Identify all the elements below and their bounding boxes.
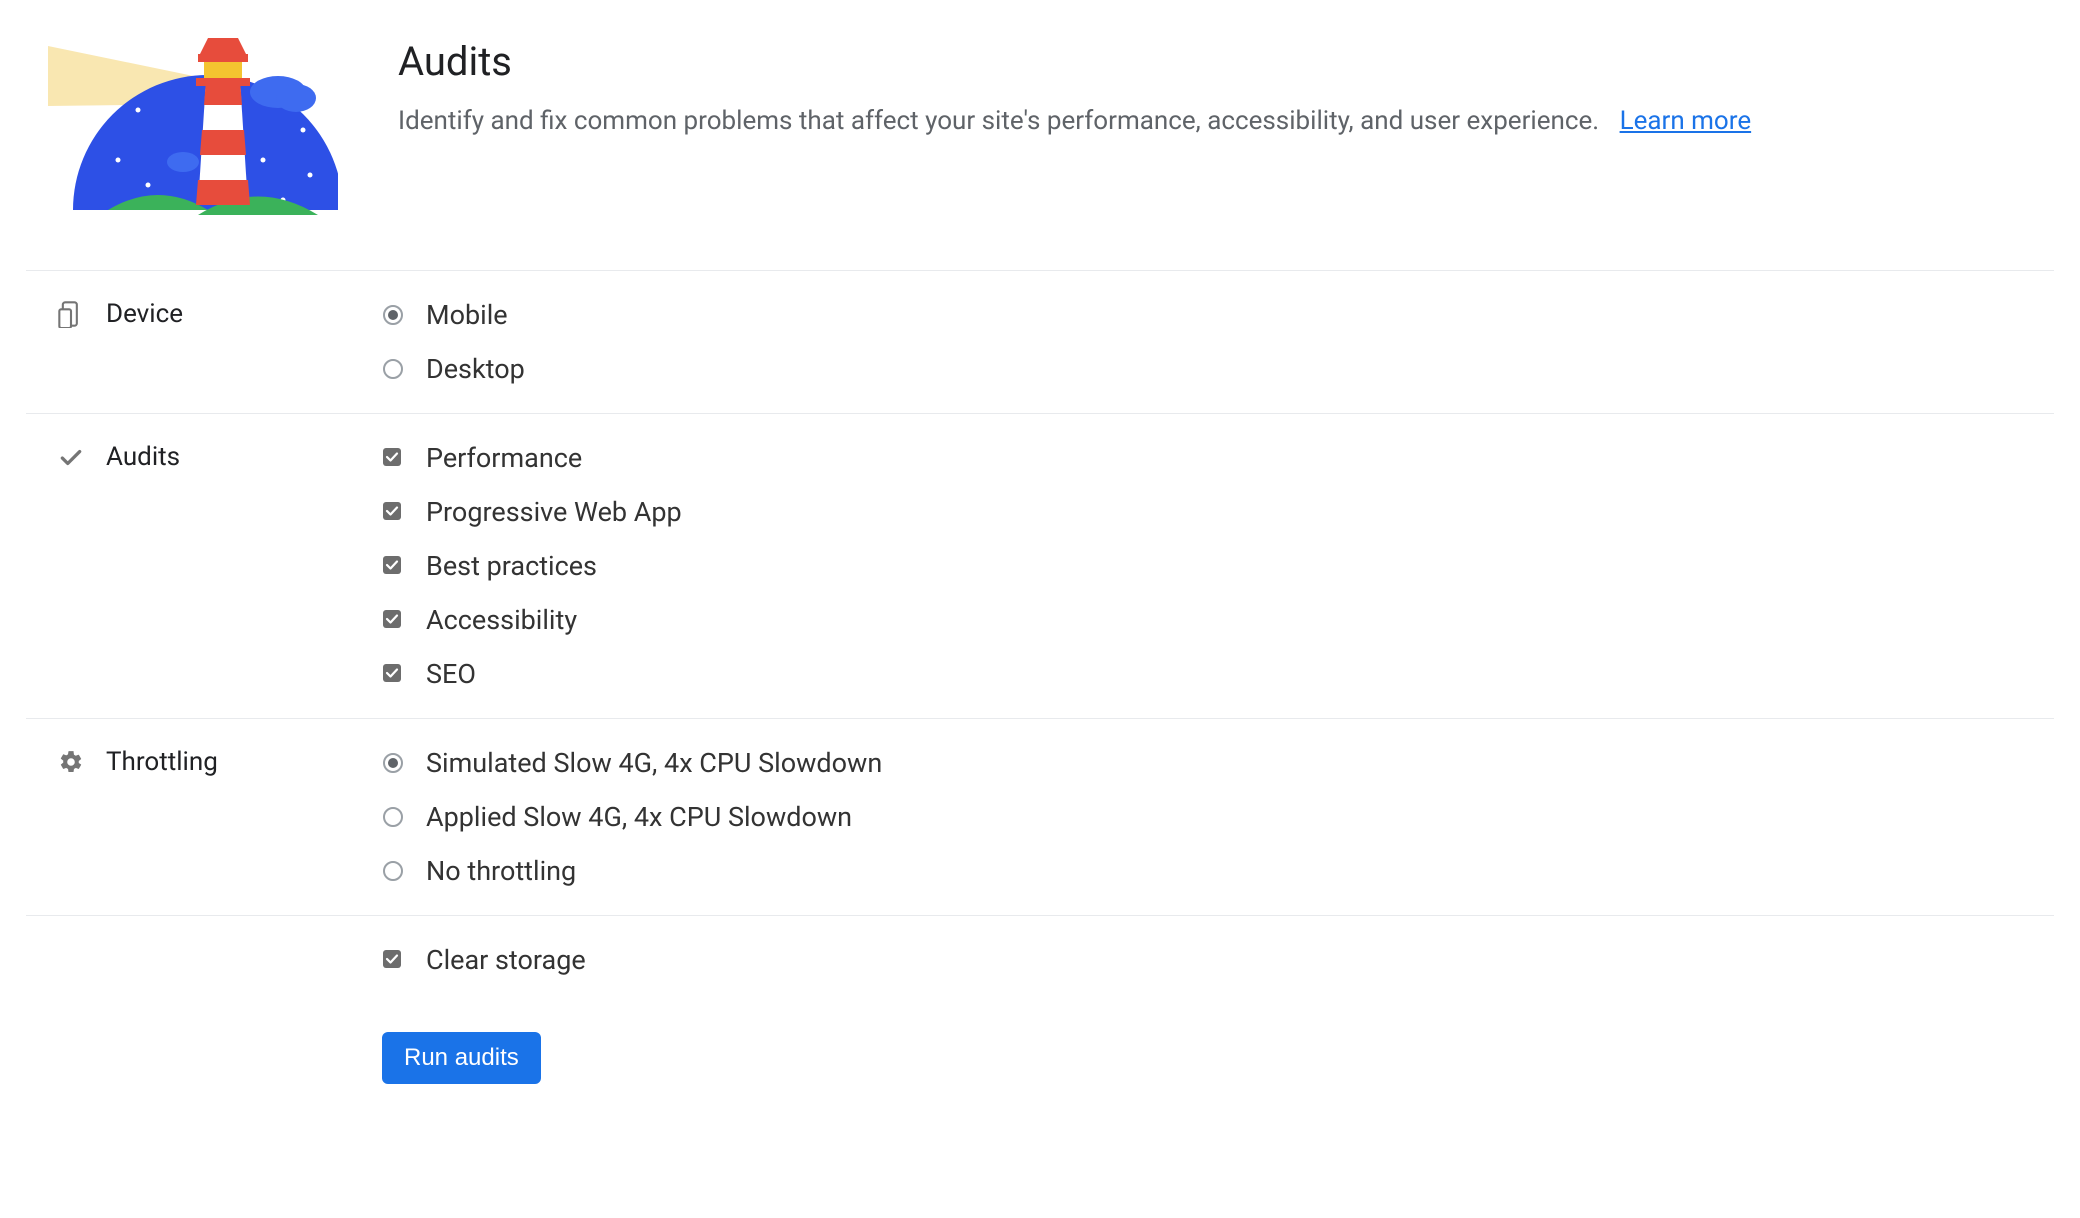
audit-option-accessibility[interactable]: Accessibility — [382, 600, 2054, 640]
checkbox-checked-icon — [382, 949, 404, 971]
device-section-label: Device — [26, 295, 382, 389]
audits-section: Audits Performance Progressive Web App — [26, 413, 2054, 718]
panel-header: Audits Identify and fix common problems … — [12, 20, 2068, 220]
audit-option-label: Progressive Web App — [426, 499, 682, 526]
throttling-option-simulated[interactable]: Simulated Slow 4G, 4x CPU Slowdown — [382, 743, 2054, 783]
device-section: Device Mobile Desktop — [26, 270, 2054, 413]
audit-option-label: Best practices — [426, 553, 597, 580]
throttling-option-label: Simulated Slow 4G, 4x CPU Slowdown — [426, 750, 882, 777]
audits-panel: Audits Identify and fix common problems … — [0, 0, 2080, 1148]
audit-option-performance[interactable]: Performance — [382, 438, 2054, 478]
device-options: Mobile Desktop — [382, 295, 2054, 389]
clear-storage-option[interactable]: Clear storage — [382, 940, 2054, 980]
clear-storage-section: Clear storage Run audits — [26, 915, 2054, 1108]
page-subtitle: Identify and fix common problems that af… — [398, 103, 1948, 139]
audit-option-pwa[interactable]: Progressive Web App — [382, 492, 2054, 532]
settings-card: Device Mobile Desktop — [12, 270, 2068, 1108]
checkbox-checked-icon — [382, 501, 404, 523]
throttling-option-label: Applied Slow 4G, 4x CPU Slowdown — [426, 804, 852, 831]
device-option-label: Desktop — [426, 356, 525, 383]
audit-option-label: Accessibility — [426, 607, 577, 634]
throttling-section-label: Throttling — [26, 743, 382, 891]
throttling-option-none[interactable]: No throttling — [382, 851, 2054, 891]
radio-selected-icon — [382, 304, 404, 326]
throttling-label-text: Throttling — [106, 747, 218, 777]
radio-unselected-icon — [382, 860, 404, 882]
page-subtitle-text: Identify and fix common problems that af… — [398, 106, 1599, 136]
throttling-option-applied[interactable]: Applied Slow 4G, 4x CPU Slowdown — [382, 797, 2054, 837]
device-option-desktop[interactable]: Desktop — [382, 349, 2054, 389]
device-label-text: Device — [106, 299, 183, 329]
radio-unselected-icon — [382, 806, 404, 828]
device-option-label: Mobile — [426, 302, 508, 329]
checkbox-checked-icon — [382, 609, 404, 631]
run-audits-button[interactable]: Run audits — [382, 1032, 541, 1084]
audit-option-label: Performance — [426, 445, 582, 472]
audit-option-seo[interactable]: SEO — [382, 654, 2054, 694]
device-option-mobile[interactable]: Mobile — [382, 295, 2054, 335]
audit-option-label: SEO — [426, 661, 476, 688]
throttling-options: Simulated Slow 4G, 4x CPU Slowdown Appli… — [382, 743, 2054, 891]
checkbox-checked-icon — [382, 555, 404, 577]
header-text: Audits Identify and fix common problems … — [398, 20, 1948, 139]
device-icon — [56, 299, 86, 329]
checkbox-checked-icon — [382, 663, 404, 685]
learn-more-link[interactable]: Learn more — [1620, 106, 1752, 136]
audits-label-text: Audits — [106, 442, 180, 472]
audits-options: Performance Progressive Web App Best pra… — [382, 438, 2054, 694]
radio-unselected-icon — [382, 358, 404, 380]
radio-selected-icon — [382, 752, 404, 774]
action-col: Clear storage Run audits — [382, 940, 2054, 1084]
throttling-section: Throttling Simulated Slow 4G, 4x CPU Slo… — [26, 718, 2054, 915]
throttling-option-label: No throttling — [426, 858, 576, 885]
checkbox-checked-icon — [382, 447, 404, 469]
clear-storage-label: Clear storage — [426, 947, 586, 974]
check-icon — [56, 442, 86, 472]
audit-option-bestpractices[interactable]: Best practices — [382, 546, 2054, 586]
audits-section-label: Audits — [26, 438, 382, 694]
lighthouse-icon — [48, 20, 338, 220]
gear-icon — [56, 747, 86, 777]
page-title: Audits — [398, 38, 1948, 85]
